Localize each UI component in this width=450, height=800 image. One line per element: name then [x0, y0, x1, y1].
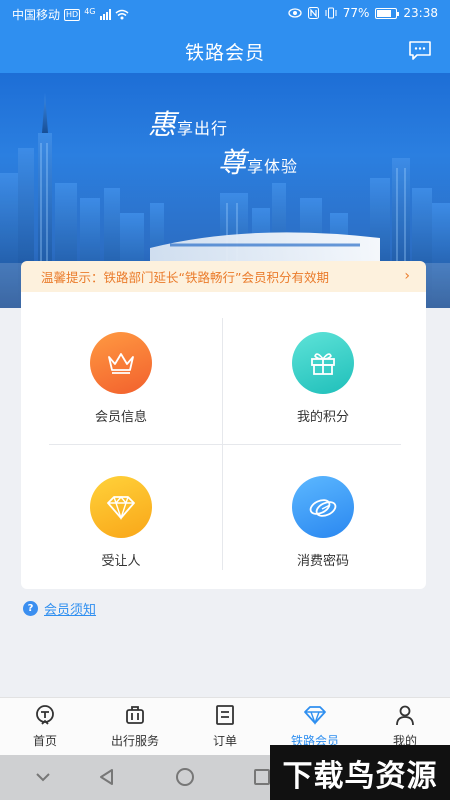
watermark-logo: 下载鸟资源 [270, 745, 450, 800]
diamond-icon [304, 706, 326, 726]
notice-banner[interactable]: 温馨提示：铁路部门延长“铁路畅行”会员积分有效期 › [21, 261, 426, 292]
transferee-button[interactable]: 受让人 [21, 476, 221, 569]
slogan-text-2: 享体验 [247, 157, 299, 176]
member-notice-link[interactable]: ? 会员须知 [23, 599, 96, 618]
wifi-icon [115, 9, 128, 20]
tab-travel-service[interactable]: 出行服务 [90, 704, 180, 749]
chevron-right-icon: › [404, 268, 410, 284]
divider-horizontal [49, 444, 401, 445]
payment-password-button[interactable]: 消费密码 [223, 476, 423, 569]
coins-icon [292, 476, 354, 538]
message-icon[interactable] [408, 40, 432, 60]
tab-home-label: 首页 [32, 734, 57, 748]
tab-railway-member[interactable]: 铁路会员 [270, 704, 360, 749]
tab-orders[interactable]: 订单 [180, 704, 270, 749]
carrier-label: 中国移动 [12, 8, 61, 22]
member-features-card: 会员信息 我的积分 受让人 消费密码 [21, 292, 426, 589]
tab-home[interactable]: 首页 [0, 704, 90, 749]
status-bar: 中国移动 HD 4G 77% 23:38 [0, 0, 450, 28]
battery-icon [375, 7, 400, 19]
page-title: 铁路会员 [184, 42, 265, 64]
network-type: 4G [84, 7, 96, 16]
eye-icon [288, 8, 302, 18]
chevron-down-icon[interactable] [34, 767, 52, 787]
slogan-text-1: 享出行 [177, 119, 229, 138]
member-notice-label: 会员须知 [44, 603, 97, 618]
home-icon[interactable] [174, 767, 196, 789]
signal-icon [99, 9, 111, 20]
slogan-big-1: 惠 [148, 108, 178, 141]
my-points-label: 我的积分 [296, 410, 349, 425]
recents-icon[interactable] [252, 767, 272, 787]
slogan-big-2: 尊 [218, 146, 248, 179]
member-info-label: 会员信息 [94, 410, 147, 425]
member-info-button[interactable]: 会员信息 [21, 332, 221, 425]
transferee-label: 受让人 [101, 554, 141, 569]
battery-percent: 77% [342, 6, 370, 20]
question-icon: ? [23, 601, 38, 616]
tab-mine[interactable]: 我的 [360, 704, 450, 749]
luggage-icon [126, 706, 144, 724]
slogan-line1: 惠享出行 [148, 103, 228, 143]
home-train-icon [36, 705, 54, 725]
slogan-line2: 尊享体验 [218, 141, 298, 181]
tab-orders-label: 订单 [212, 734, 237, 748]
gift-icon [292, 332, 354, 394]
payment-password-label: 消费密码 [296, 554, 349, 569]
diamond-icon [90, 476, 152, 538]
crown-icon [90, 332, 152, 394]
back-icon[interactable] [97, 767, 117, 787]
title-bar: 铁路会员 [0, 28, 450, 73]
hd-badge: HD [64, 8, 81, 21]
notice-text: 温馨提示：铁路部门延长“铁路畅行”会员积分有效期 [41, 270, 329, 285]
vibrate-icon [325, 7, 337, 19]
order-icon [216, 705, 234, 725]
nfc-icon [307, 7, 319, 19]
person-icon [396, 705, 414, 726]
tab-travel-service-label: 出行服务 [110, 734, 159, 748]
my-points-button[interactable]: 我的积分 [223, 332, 423, 425]
clock: 23:38 [403, 6, 438, 20]
